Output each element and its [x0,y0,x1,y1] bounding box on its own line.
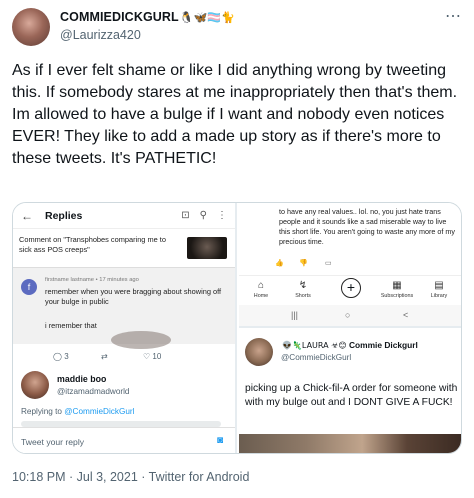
retweet-icon: ⇄ [101,352,108,361]
android-system-nav: ||| ○ < [239,305,461,326]
commenter-avatar: f [21,279,37,295]
nav-library-label: Library [430,293,448,299]
video-thumbnail [187,237,227,259]
more-vert-icon: ⋮ [217,210,227,221]
media-screenshot-youtube[interactable]: to have any real values.. lol. no, you j… [239,203,461,328]
replies-title: Replies [45,209,83,222]
thumbs-down-icon: 👎 [299,260,308,267]
tweet-actions: ◯ 3 ⇄ ♡ 10 [13,346,235,368]
nav-subscriptions-label: Subscriptions [380,293,414,299]
quoted-name-prefix: 👽🦎LAURA ☣😊 [282,341,347,350]
reply-placeholder: Tweet your reply [21,437,85,447]
tweet-text: As if I ever felt shame or like I did an… [12,62,458,167]
comment-context: Comment on "Transphobes comparing me to … [19,235,166,254]
reply-author-name: maddie boo [57,374,107,384]
name-emojis: 🐧🦋🏳️‍⚧️🐈 [179,11,235,24]
display-name-text: COMMIEDICKGURL [60,10,179,24]
quoted-name-bold: Commie Dickgurl [348,340,418,350]
home-icon: ⌂ [257,280,265,291]
nav-shorts: ↯ Shorts [283,280,323,299]
back-chevron-icon: < [403,310,409,320]
home-circle-icon: ○ [345,310,351,320]
reply-avatar [21,371,49,399]
more-options-icon[interactable]: ⋯ [445,6,462,26]
nav-home: ⌂ Home [241,280,281,299]
replying-to-handle: @CommieDickGurl [64,407,135,416]
camera-icon: ◙ [217,435,224,446]
quoted-display-name: 👽🦎LAURA ☣😊 Commie Dickgurl [281,340,418,350]
like-icon: ♡ 10 [143,352,162,361]
subscriptions-icon: ▦ [392,280,402,291]
reply-icon: ◯ 3 [53,352,69,361]
replying-to-label: Replying to [21,407,62,416]
nav-shorts-label: Shorts [295,293,311,299]
reply-author-handle: @itzamadmadworld [57,387,130,396]
quoted-handle: @CommieDickGurl [281,353,352,362]
comment-text: remember when you were bragging about sh… [45,287,222,306]
quoted-photo [239,434,461,453]
search-icon: ⚲ [199,210,207,221]
cast-icon: ⊡ [181,210,190,221]
create-plus-icon: + [341,278,361,298]
shorts-icon: ↯ [298,280,308,291]
replying-to: Replying to @CommieDickGurl [21,407,134,416]
author-display-name[interactable]: COMMIEDICKGURL🐧🦋🏳️‍⚧️🐈 [60,10,235,24]
tweet-timestamp[interactable]: 10:18 PM · Jul 3, 2021 · Twitter for And… [12,470,249,484]
quoted-avatar [245,338,273,366]
nav-subscriptions: ▦ Subscriptions [377,280,417,299]
comment-icon: ▭ [325,260,332,267]
quoted-text: picking up a Chick-fil-A order for someo… [245,383,458,408]
tweet-media-grid[interactable]: ← Replies ⊡ ⚲ ⋮ Comment on "Transphobes … [12,202,462,454]
reply-count: 3 [64,352,69,361]
thumbs-up-icon: 👍 [275,260,284,267]
author-handle[interactable]: @Laurizza420 [60,28,141,42]
nav-home-label: Home [253,293,269,299]
media-screenshot-tweet[interactable]: 👽🦎LAURA ☣😊 Commie Dickgurl @CommieDickGu… [239,330,461,453]
nav-library: ▤ Library [419,280,459,299]
recents-icon: ||| [291,310,299,320]
media-screenshot-replies[interactable]: ← Replies ⊡ ⚲ ⋮ Comment on "Transphobes … [13,203,237,453]
commenter-meta: firstname lastname • 17 minutes ago [45,277,139,283]
replies-header: ← Replies ⊡ ⚲ ⋮ [13,203,235,229]
author-avatar[interactable] [12,8,50,46]
back-arrow-icon: ← [21,208,33,223]
like-count: 10 [152,352,162,361]
youtube-comment-text: to have any real values.. lol. no, you j… [279,207,455,246]
library-icon: ▤ [434,280,444,291]
reply-input-bar: Tweet your reply ◙ [13,427,235,453]
comment-text-2: i remember that [45,321,97,330]
